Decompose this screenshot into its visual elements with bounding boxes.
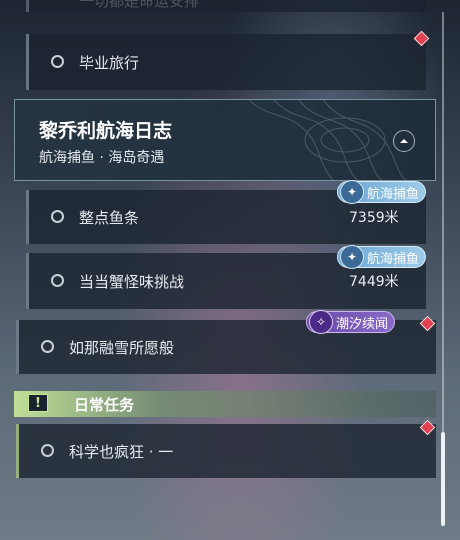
fishing-icon: ✦ — [340, 245, 364, 269]
radio-circle-icon — [41, 444, 54, 457]
collapse-button[interactable] — [393, 130, 415, 152]
quest-header[interactable]: 黎乔利航海日志 航海捕鱼 · 海岛奇遇 — [14, 99, 436, 181]
quest-category-tag: ✦ 航海捕鱼 — [337, 180, 427, 204]
task-label: 当当蟹怪味挑战 — [79, 273, 185, 291]
section-header-daily[interactable]: ! 日常任务 — [14, 391, 436, 417]
quest-category-tag: ✧ 潮汐续闻 — [306, 310, 396, 334]
task-label: 毕业旅行 — [79, 54, 140, 72]
radio-circle-icon — [41, 340, 54, 353]
task-label: 一切都是命运安排 — [79, 0, 200, 10]
radio-circle-icon — [51, 210, 64, 223]
tag-label: 潮汐续闻 — [336, 316, 389, 332]
sparkle-icon: ✧ — [309, 310, 333, 334]
distance-text: 7359米 — [349, 210, 399, 226]
scrollbar-thumb[interactable] — [441, 432, 445, 526]
quest-category-tag: ✦ 航海捕鱼 — [337, 245, 427, 269]
task-item-crazy-science[interactable]: 科学也疯狂 · 一 — [16, 424, 436, 478]
scrollbar-track[interactable] — [441, 12, 445, 526]
radio-circle-icon — [51, 55, 64, 68]
distance-text: 7449米 — [349, 274, 399, 290]
task-label: 整点鱼条 — [79, 209, 140, 227]
task-label: 如那融雪所愿般 — [69, 339, 175, 357]
task-item-graduation-trip[interactable]: 毕业旅行 — [26, 34, 426, 90]
section-title: 日常任务 — [74, 396, 135, 414]
task-item-partial[interactable]: 一切都是命运安排 — [26, 0, 426, 12]
chevron-up-icon — [400, 139, 408, 143]
quest-subtitle: 航海捕鱼 · 海岛奇遇 — [39, 150, 165, 166]
quest-title: 黎乔利航海日志 — [39, 120, 173, 142]
radio-circle-icon — [51, 274, 64, 287]
task-label: 科学也疯狂 · 一 — [69, 443, 174, 461]
exclamation-icon: ! — [28, 394, 48, 412]
tag-label: 航海捕鱼 — [367, 186, 420, 202]
tag-label: 航海捕鱼 — [367, 251, 420, 267]
fishing-icon: ✦ — [340, 180, 364, 204]
